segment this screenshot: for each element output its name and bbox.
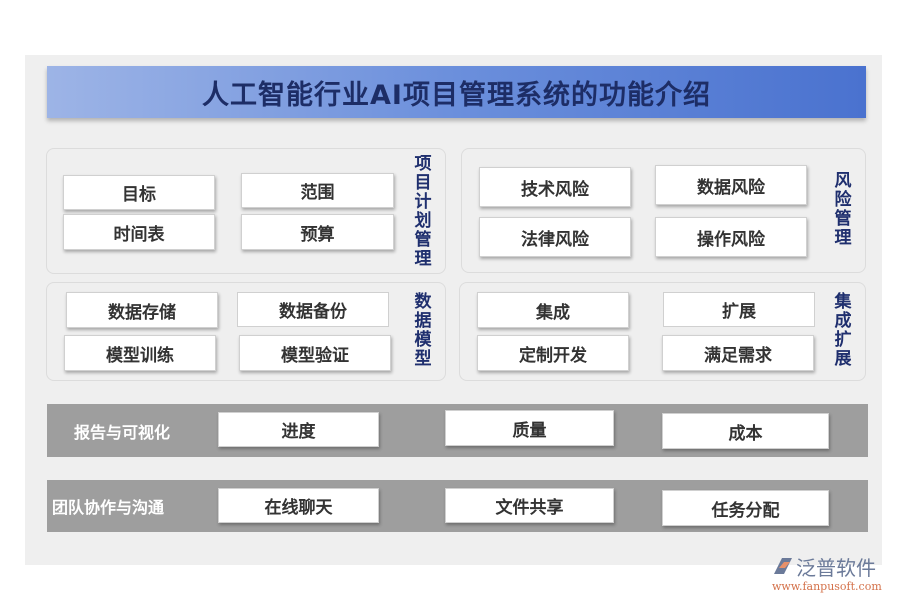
- item-progress: 进度: [218, 412, 379, 447]
- item-quality: 质量: [445, 410, 614, 446]
- section-label-project-plan: 项目计划管理: [414, 154, 432, 269]
- item-scope: 范围: [241, 173, 394, 208]
- item-extension: 扩展: [663, 292, 815, 327]
- item-meet-needs: 满足需求: [662, 335, 814, 371]
- item-online-chat: 在线聊天: [218, 488, 379, 523]
- item-operation-risk: 操作风险: [655, 217, 807, 257]
- item-data-storage: 数据存储: [66, 292, 218, 328]
- item-customization: 定制开发: [477, 335, 629, 371]
- item-task-assignment: 任务分配: [662, 490, 829, 526]
- item-data-risk: 数据风险: [655, 165, 807, 205]
- page-title: 人工智能行业AI项目管理系统的功能介绍: [47, 66, 866, 118]
- logo-name: 泛普软件: [796, 556, 876, 580]
- item-integration: 集成: [477, 292, 629, 328]
- item-file-sharing: 文件共享: [445, 488, 614, 523]
- item-goal: 目标: [63, 175, 215, 210]
- item-schedule: 时间表: [63, 214, 215, 250]
- watermark-logo: 泛普软件 www.fanpusoft.com: [770, 550, 895, 596]
- item-legal-risk: 法律风险: [479, 217, 631, 257]
- logo-icon: [774, 558, 792, 574]
- section-label-reporting: 报告与可视化: [74, 422, 171, 442]
- item-cost: 成本: [662, 413, 829, 449]
- item-tech-risk: 技术风险: [479, 167, 631, 207]
- section-label-risk: 风险管理: [834, 171, 852, 248]
- section-label-data-model: 数据模型: [414, 292, 432, 369]
- item-data-backup: 数据备份: [237, 292, 389, 327]
- section-label-integration: 集成扩展: [834, 292, 852, 369]
- section-project-plan: [46, 148, 446, 274]
- item-budget: 预算: [241, 214, 394, 250]
- logo-url: www.fanpusoft.com: [772, 580, 882, 593]
- item-model-training: 模型训练: [64, 335, 216, 371]
- item-model-validation: 模型验证: [239, 335, 391, 371]
- section-label-team: 团队协作与沟通: [52, 498, 165, 517]
